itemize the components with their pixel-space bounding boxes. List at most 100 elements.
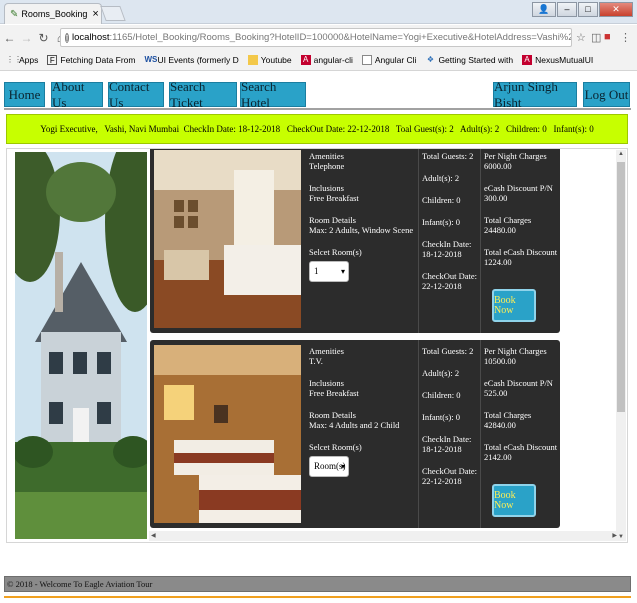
column-divider xyxy=(480,149,481,333)
fetching-data-icon: F xyxy=(47,55,58,65)
maximize-button[interactable]: □ xyxy=(578,2,598,17)
nav-about-us[interactable]: About Us xyxy=(51,79,103,110)
close-tab-icon[interactable]: × xyxy=(92,8,98,20)
reload-icon[interactable]: ↻ xyxy=(36,31,51,45)
hotel-image xyxy=(15,152,147,539)
room-features: Amenities Telephone Inclusions Free Brea… xyxy=(309,151,417,282)
url-field[interactable]: i localhost:1165/Hotel_Booking/Rooms_Boo… xyxy=(60,28,572,47)
tab-title: Rooms_Booking - My Fir xyxy=(21,9,89,19)
guest-info: Total Guests: 2 Adult(s): 2 Children: 0 … xyxy=(422,151,478,291)
new-tab-button[interactable] xyxy=(100,6,126,21)
select-rooms-dropdown[interactable]: Room(s) xyxy=(309,456,349,477)
room-photo xyxy=(154,345,301,523)
discount-value: 300.00 xyxy=(484,193,508,203)
infants: Infant(s): 0 xyxy=(422,217,461,227)
footer-accent-line xyxy=(4,596,631,598)
discount-label: eCash Discount P/N xyxy=(484,378,553,388)
room-features: Amenities T.V. Inclusions Free Breakfast… xyxy=(309,346,417,477)
amenities-value: Telephone xyxy=(309,161,345,171)
room-photo xyxy=(154,150,301,328)
book-now-button[interactable]: Book Now xyxy=(492,289,536,322)
bookmark-label: NexusMutualUI xyxy=(535,55,594,65)
amenities-label: Amenities xyxy=(309,346,344,356)
checkin-date: 18-12-2018 xyxy=(422,249,462,259)
select-rooms-dropdown[interactable]: 1 xyxy=(309,261,349,282)
nav-user[interactable]: Arjun Singh Bisht xyxy=(493,79,577,110)
pricing-info: Per Night Charges 6000.00 eCash Discount… xyxy=(484,151,558,267)
scroll-right-icon[interactable]: ▶ xyxy=(612,532,617,539)
checkout-label: CheckOut Date: xyxy=(422,271,477,281)
total-discount-label: Total eCash Discount xyxy=(484,442,558,452)
apps-icon: ⋮⋮ xyxy=(6,55,22,64)
total-charges-value: 24480.00 xyxy=(484,225,516,235)
rooms-scroll-panel[interactable]: Amenities Telephone Inclusions Free Brea… xyxy=(6,148,628,543)
bookmark-ui-events[interactable]: WS UI Events (formerly D xyxy=(145,55,239,65)
window-controls: 👤 – □ ✕ xyxy=(532,2,633,17)
guest-info: Total Guests: 2 Adult(s): 2 Children: 0 … xyxy=(422,346,478,486)
ws-icon: WS xyxy=(144,55,158,64)
inclusions-value: Free Breakfast xyxy=(309,388,359,398)
address-bar-row: ← → ↻ ⌂ i localhost:1165/Hotel_Booking/R… xyxy=(0,25,637,50)
star-icon[interactable]: ☆ xyxy=(576,31,586,44)
user-profile-button[interactable]: 👤 xyxy=(532,2,556,17)
pricing-info: Per Night Charges 10500.00 eCash Discoun… xyxy=(484,346,558,462)
forward-icon[interactable]: → xyxy=(19,31,34,45)
bookmark-label: Apps xyxy=(19,55,39,65)
inclusions-label: Inclusions xyxy=(309,378,344,388)
page-favicon-icon: ✎ xyxy=(10,8,19,20)
total-charges-label: Total Charges xyxy=(484,410,532,420)
total-charges-label: Total Charges xyxy=(484,215,532,225)
total-discount-value: 1224.00 xyxy=(484,257,512,267)
back-icon[interactable]: ← xyxy=(2,31,17,45)
per-night-label: Per Night Charges xyxy=(484,151,547,161)
angular-icon: A xyxy=(522,55,533,65)
checkout-date: 22-12-2018 xyxy=(422,281,462,291)
nav-home[interactable]: Home xyxy=(4,82,45,107)
browser-tab[interactable]: ✎ Rooms_Booking - My Fir × xyxy=(4,3,102,24)
discount-value: 525.00 xyxy=(484,388,508,398)
extension-icon[interactable]: ◫ xyxy=(591,31,601,44)
adults: Adult(s): 2 xyxy=(422,368,460,378)
nav-search-ticket[interactable]: Search Ticket xyxy=(169,79,237,110)
book-now-button[interactable]: Book Now xyxy=(492,484,536,517)
room-details-value: Max: 2 Adults, Window Scene xyxy=(309,225,414,235)
extension-red-icon[interactable]: ■ xyxy=(604,31,611,43)
web-page: Home About Us Contact Us Search Ticket S… xyxy=(0,72,637,603)
bookmark-label: Youtube xyxy=(260,55,292,65)
bookmark-fetching-data[interactable]: F Fetching Data From xyxy=(47,55,136,65)
booking-summary-bar: Yogi Executive, Vashi, Navi Mumbai Check… xyxy=(6,114,628,144)
scroll-left-icon[interactable]: ◀ xyxy=(151,532,156,539)
bookmark-label: UI Events (formerly D xyxy=(157,55,239,65)
minimize-button[interactable]: – xyxy=(557,2,577,17)
scroll-up-icon[interactable]: ▲ xyxy=(616,151,626,157)
checkin-label: CheckIn Date: xyxy=(422,239,472,249)
inclusions-label: Inclusions xyxy=(309,183,344,193)
checkin-date: 18-12-2018 xyxy=(422,444,462,454)
horizontal-scrollbar[interactable]: ◀ ▶ xyxy=(149,531,619,541)
scrollbar-thumb[interactable] xyxy=(617,162,625,412)
checkout-label: CheckOut Date: xyxy=(422,466,477,476)
info-icon[interactable]: i xyxy=(65,32,69,43)
nav-log-out[interactable]: Log Out xyxy=(583,82,630,107)
checkin-label: CheckIn Date: xyxy=(422,434,472,444)
room-card: Amenities T.V. Inclusions Free Breakfast… xyxy=(150,340,560,528)
bookmark-angular-cli[interactable]: Aangular-cli xyxy=(300,55,353,65)
url-path: :1165/Hotel_Booking/Rooms_Booking?HotelI… xyxy=(109,32,572,43)
nav-search-hotel[interactable]: Search Hotel xyxy=(240,79,306,110)
bookmark-getting-started[interactable]: ❖ Getting Started with xyxy=(425,55,513,65)
vertical-scrollbar[interactable]: ▲ ▼ xyxy=(616,150,626,541)
discount-label: eCash Discount P/N xyxy=(484,183,553,193)
browser-tab-strip: ✎ Rooms_Booking - My Fir × 👤 – □ ✕ xyxy=(0,0,637,24)
bookmark-apps[interactable]: ⋮⋮ Apps xyxy=(6,55,38,65)
doc-icon xyxy=(361,55,372,65)
amenities-value: T.V. xyxy=(309,356,323,366)
bookmark-nexus[interactable]: A NexusMutualUI xyxy=(522,55,593,65)
per-night-value: 6000.00 xyxy=(484,161,512,171)
nav-contact-us[interactable]: Contact Us xyxy=(108,79,164,110)
bookmark-label: Fetching Data From xyxy=(60,55,136,65)
close-window-button[interactable]: ✕ xyxy=(599,2,633,17)
bookmark-angular-cli-doc[interactable]: Angular Cli xyxy=(361,55,416,65)
bookmark-youtube[interactable]: Youtube xyxy=(247,55,292,65)
room-details-label: Room Details xyxy=(309,215,356,225)
menu-dots-icon[interactable]: ⋮ xyxy=(620,31,631,44)
